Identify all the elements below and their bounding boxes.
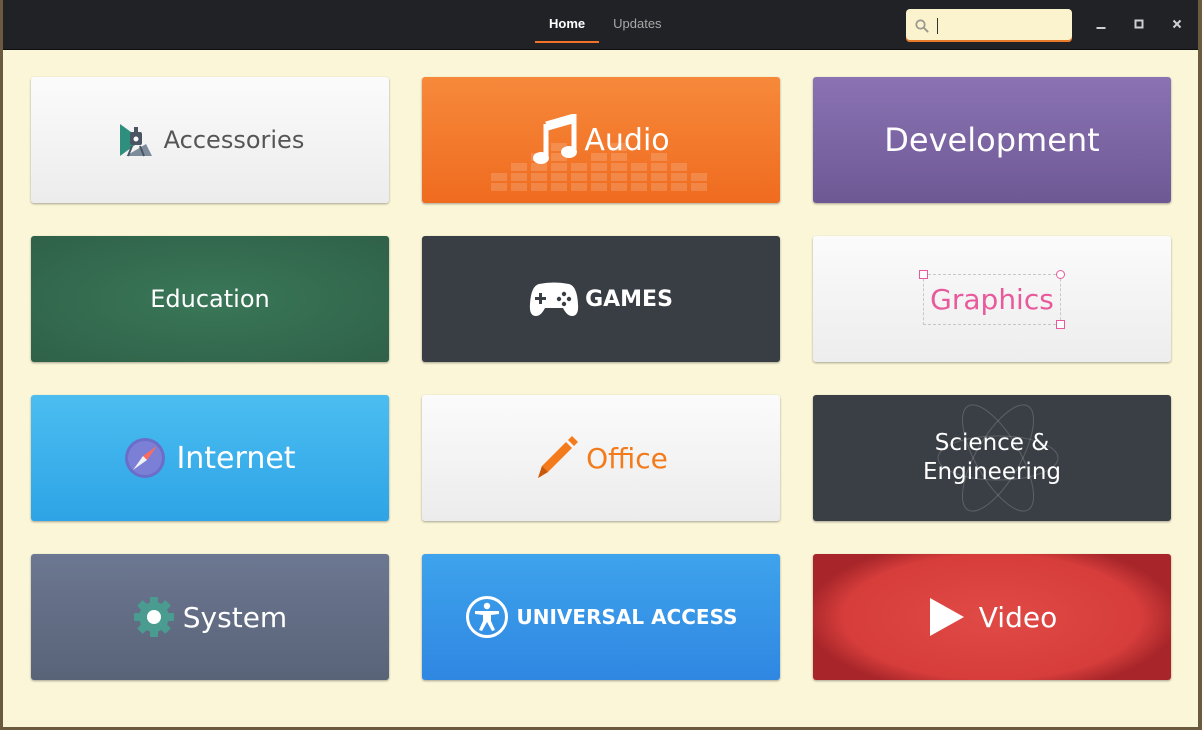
category-label: Science & [934,430,1050,456]
view-switcher: Home Updates [535,0,676,49]
maximize-icon[interactable] [1128,13,1150,35]
category-label: UNIVERSAL ACCESS [516,605,738,629]
handle-square [1055,319,1065,329]
category-label: Video [978,600,1058,634]
pencil-icon [538,436,579,478]
handle-round [1055,269,1065,279]
category-system[interactable]: System [31,554,389,680]
category-label: Graphics [930,282,1054,316]
selection-frame-icon: Graphics [919,269,1065,329]
category-label: Accessories [163,126,305,154]
category-label-group: Science & Engineering [923,429,1061,487]
category-games[interactable]: GAMES [422,236,780,362]
category-accessories[interactable]: Accessories [31,77,389,203]
category-video[interactable]: Video [813,554,1171,680]
minimize-icon[interactable] [1090,13,1112,35]
category-graphics[interactable]: Graphics [813,236,1171,362]
category-universal-access[interactable]: UNIVERSAL ACCESS [422,554,780,680]
category-label-line2: Engineering [923,459,1061,485]
accessories-icon [119,124,152,157]
search-icon [915,19,929,33]
category-label: Audio [584,122,670,158]
category-audio[interactable]: Audio [422,77,780,203]
category-label: Education [150,285,270,313]
play-icon [929,598,964,636]
category-label: GAMES [585,286,673,312]
handle-square [919,269,929,279]
category-education[interactable]: Education [31,236,389,362]
search-input[interactable] [934,13,1068,39]
music-note-icon [533,114,578,164]
category-label: Office [586,441,668,475]
gear-icon [133,597,174,637]
category-label: Development [884,121,1100,159]
header-bar: Home Updates [3,0,1198,50]
category-label: System [182,600,288,634]
app-window: Home Updates Accessories Audio Developme… [3,0,1198,727]
category-office[interactable]: Office [422,395,780,521]
accessibility-icon [465,596,508,638]
close-icon[interactable] [1166,13,1188,35]
compass-icon [125,438,166,478]
gamepad-icon [529,282,579,316]
category-label: Internet [176,440,296,476]
category-internet[interactable]: Internet [31,395,389,521]
category-development[interactable]: Development [813,77,1171,203]
text-cursor [937,18,938,34]
search-field[interactable] [906,9,1072,42]
tab-updates[interactable]: Updates [599,0,675,41]
category-science-engineering[interactable]: Science & Engineering [813,395,1171,521]
tab-home[interactable]: Home [535,0,600,43]
